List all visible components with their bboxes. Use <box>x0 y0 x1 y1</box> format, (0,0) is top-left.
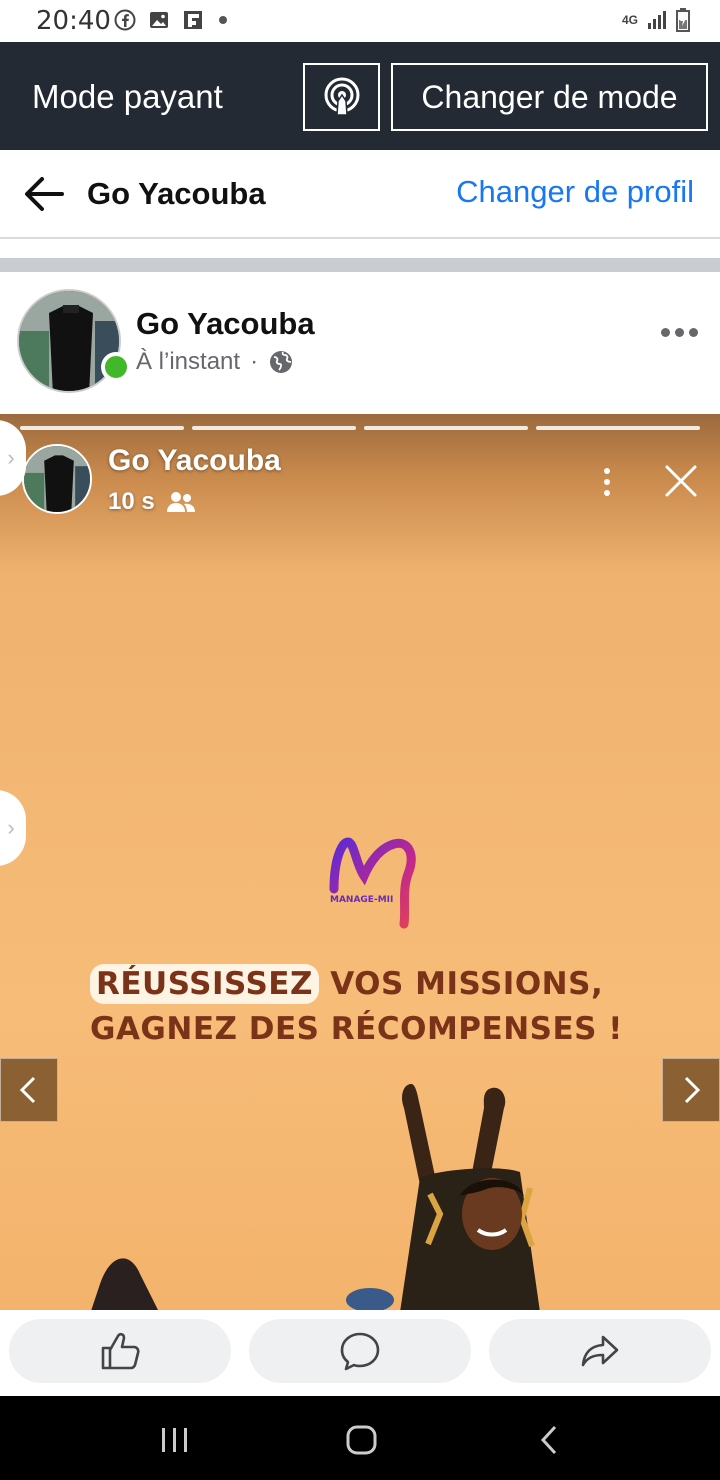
progress-segment <box>536 426 700 430</box>
friends-icon <box>166 492 195 512</box>
network-label: 4G <box>621 13 638 27</box>
progress-segment <box>364 426 528 430</box>
progress-segment <box>20 426 184 430</box>
headline-line2: GAGNEZ DES RÉCOMPENSES ! <box>90 1011 623 1047</box>
post-author[interactable]: Go Yacouba <box>136 306 315 342</box>
story-menu-icon[interactable] <box>604 468 610 496</box>
story-viewer[interactable]: Go Yacouba 10 s › › MANAGE-MII RÉUSSISSE… <box>0 414 720 1310</box>
like-icon <box>101 1332 140 1370</box>
battery-icon <box>676 8 690 32</box>
celebrating-woman-image <box>91 1084 540 1310</box>
recent-apps-icon[interactable] <box>160 1426 190 1454</box>
like-button[interactable] <box>9 1319 231 1383</box>
post-meta: À l’instant · <box>136 348 294 376</box>
close-icon[interactable] <box>664 464 698 498</box>
story-headline: RÉUSSISSEZ VOS MISSIONS, GAGNEZ DES RÉCO… <box>90 962 650 1052</box>
post-header: Go Yacouba À l’instant · <box>0 272 720 414</box>
status-right: 4G <box>622 8 690 32</box>
avatar-image <box>24 446 90 512</box>
home-icon[interactable] <box>345 1424 379 1456</box>
story-progress <box>20 426 700 430</box>
section-divider <box>0 258 720 272</box>
flipboard-icon <box>184 11 202 29</box>
comment-icon <box>340 1332 380 1371</box>
share-button[interactable] <box>489 1319 711 1383</box>
broadcast-icon <box>324 77 359 116</box>
chevron-right-icon <box>684 1076 701 1104</box>
change-mode-button[interactable]: Changer de mode <box>391 63 708 131</box>
comment-button[interactable] <box>249 1319 471 1383</box>
chevron-left-icon <box>19 1076 36 1104</box>
public-globe-icon <box>270 351 293 373</box>
more-options-icon[interactable] <box>661 328 698 337</box>
logo-text: MANAGE-MII <box>330 895 393 905</box>
post-action-bar <box>0 1310 720 1396</box>
headline-rest: VOS MISSIONS, <box>330 966 604 1002</box>
back-arrow-icon[interactable] <box>22 174 64 214</box>
system-back-icon[interactable] <box>538 1424 560 1456</box>
share-icon <box>581 1335 619 1367</box>
data-mode-button[interactable] <box>303 63 380 131</box>
story-author-avatar[interactable] <box>22 444 92 514</box>
story-meta: 10 s <box>108 488 195 516</box>
mode-title: Mode payant <box>32 78 223 115</box>
notification-dot <box>219 16 227 24</box>
facebook-icon <box>114 9 136 31</box>
story-elapsed: 10 s <box>108 488 155 515</box>
system-nav-bar <box>0 1396 720 1480</box>
post-timestamp: À l’instant <box>136 348 241 375</box>
signal-icon <box>648 11 666 29</box>
story-next-button[interactable] <box>662 1058 720 1122</box>
manage-mii-logo: MANAGE-MII <box>329 837 416 929</box>
status-time: 20:40 <box>36 6 111 36</box>
story-prev-button[interactable] <box>0 1058 58 1122</box>
meta-separator: · <box>250 348 259 375</box>
image-icon <box>150 12 168 28</box>
switch-profile-link[interactable]: Changer de profil <box>456 174 694 210</box>
story-author[interactable]: Go Yacouba <box>108 444 281 478</box>
paid-mode-bar: Mode payant Changer de mode <box>0 42 720 150</box>
headline-highlight: RÉUSSISSEZ <box>90 964 319 1004</box>
profile-name: Go Yacouba <box>87 176 266 211</box>
profile-header: Go Yacouba Changer de profil <box>0 150 720 239</box>
online-indicator <box>101 352 131 382</box>
status-bar: 20:40 4G <box>0 0 720 42</box>
side-tab[interactable]: › <box>0 790 26 866</box>
progress-segment <box>192 426 356 430</box>
